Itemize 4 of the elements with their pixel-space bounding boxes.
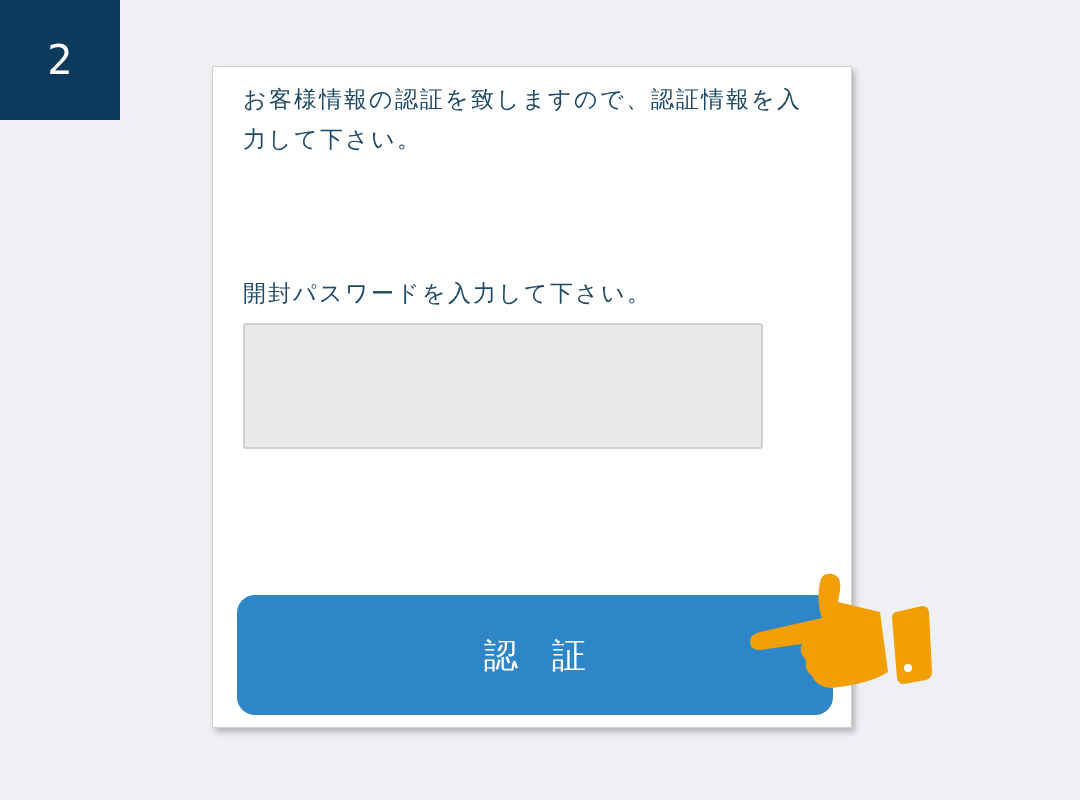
password-field[interactable]	[243, 323, 763, 449]
password-label: 開封パスワードを入力して下さい。	[243, 279, 653, 308]
instruction-text: お客様情報の認証を致しますので、認証情報を入力して下さい。	[243, 85, 803, 154]
step-badge: 2	[0, 0, 120, 120]
